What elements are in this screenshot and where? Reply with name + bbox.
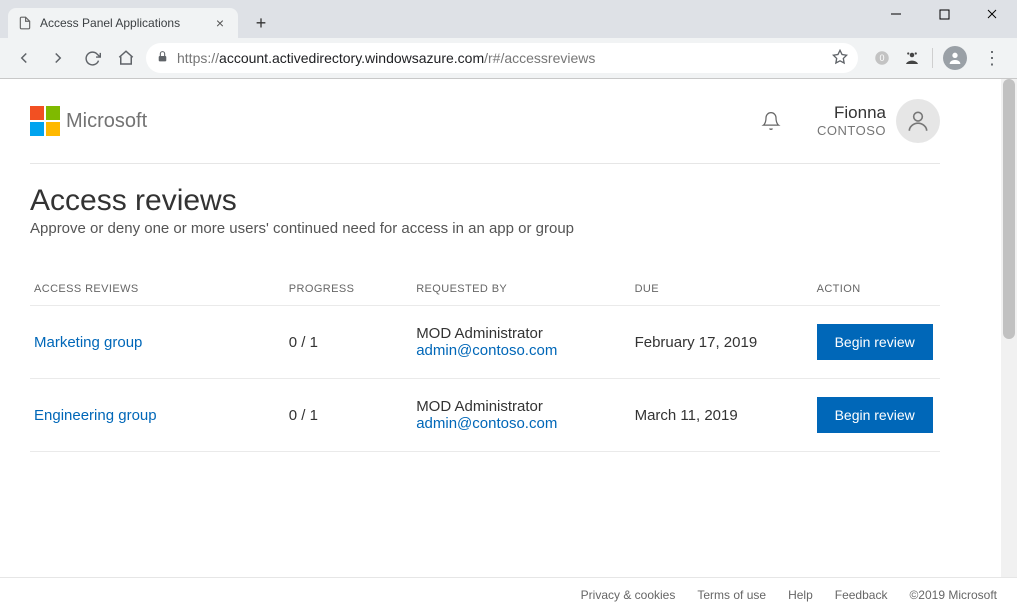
maximize-button[interactable]	[925, 0, 963, 28]
address-bar: https://account.activedirectory.windowsa…	[0, 38, 1017, 78]
svg-text:0: 0	[879, 53, 884, 63]
browser-chrome: Access Panel Applications × +	[0, 0, 1017, 79]
window-close-button[interactable]	[973, 0, 1011, 28]
begin-review-button[interactable]: Begin review	[817, 397, 933, 433]
avatar[interactable]	[896, 99, 940, 143]
scrollbar[interactable]	[1001, 79, 1017, 577]
review-progress: 0 / 1	[285, 306, 412, 379]
review-progress: 0 / 1	[285, 379, 412, 452]
begin-review-button[interactable]: Begin review	[817, 324, 933, 360]
back-button[interactable]	[10, 44, 38, 72]
user-name: Fionna	[817, 103, 886, 123]
requester-name: MOD Administrator	[416, 398, 626, 415]
review-due: February 17, 2019	[631, 306, 813, 379]
minimize-button[interactable]	[877, 0, 915, 28]
logo-text: Microsoft	[66, 110, 147, 133]
col-header-due: DUE	[631, 273, 813, 306]
footer-help-link[interactable]: Help	[788, 588, 813, 602]
page-title: Access reviews	[30, 184, 940, 218]
table-row: Marketing group 0 / 1 MOD Administrator …	[30, 306, 940, 379]
footer-terms-link[interactable]: Terms of use	[697, 588, 766, 602]
col-header-requested-by: REQUESTED BY	[412, 273, 630, 306]
page-favicon-icon	[18, 16, 32, 30]
review-name-link[interactable]: Marketing group	[34, 334, 142, 351]
lock-icon	[156, 50, 169, 66]
requester-email-link[interactable]: admin@contoso.com	[416, 415, 626, 432]
page-footer: Privacy & cookies Terms of use Help Feed…	[0, 577, 1017, 612]
table-row: Engineering group 0 / 1 MOD Administrato…	[30, 379, 940, 452]
page-viewport: Microsoft Fionna CONTOSO Access reviews …	[0, 79, 1017, 577]
user-org: CONTOSO	[817, 123, 886, 139]
user-info[interactable]: Fionna CONTOSO	[817, 103, 886, 139]
url-field[interactable]: https://account.activedirectory.windowsa…	[146, 43, 858, 73]
tab-title: Access Panel Applications	[40, 16, 204, 30]
microsoft-logo-icon	[30, 106, 60, 136]
requester-email-link[interactable]: admin@contoso.com	[416, 342, 626, 359]
browser-tab[interactable]: Access Panel Applications ×	[8, 8, 238, 38]
tab-bar: Access Panel Applications × +	[0, 0, 1017, 38]
footer-copyright: ©2019 Microsoft	[909, 588, 997, 602]
page-header: Microsoft Fionna CONTOSO	[30, 99, 940, 164]
microsoft-logo[interactable]: Microsoft	[30, 106, 147, 136]
col-header-name: ACCESS REVIEWS	[30, 273, 285, 306]
profile-icon[interactable]	[943, 46, 967, 70]
reload-button[interactable]	[78, 44, 106, 72]
footer-privacy-link[interactable]: Privacy & cookies	[581, 588, 676, 602]
access-reviews-table: ACCESS REVIEWS PROGRESS REQUESTED BY DUE…	[30, 273, 940, 452]
url-text: https://account.activedirectory.windowsa…	[177, 50, 824, 66]
extension-icon[interactable]	[902, 48, 922, 68]
review-name-link[interactable]: Engineering group	[34, 407, 157, 424]
forward-button[interactable]	[44, 44, 72, 72]
page-subtitle: Approve or deny one or more users' conti…	[30, 220, 940, 237]
menu-dots-icon[interactable]: ⋮	[977, 48, 1007, 69]
col-header-action: ACTION	[813, 273, 940, 306]
notifications-button[interactable]	[761, 111, 781, 131]
home-button[interactable]	[112, 44, 140, 72]
footer-feedback-link[interactable]: Feedback	[835, 588, 888, 602]
col-header-progress: PROGRESS	[285, 273, 412, 306]
review-due: March 11, 2019	[631, 379, 813, 452]
new-tab-button[interactable]: +	[248, 10, 274, 36]
close-icon[interactable]: ×	[212, 15, 228, 31]
requester-name: MOD Administrator	[416, 325, 626, 342]
star-icon[interactable]	[832, 49, 848, 68]
extension-icon[interactable]: 0	[872, 48, 892, 68]
